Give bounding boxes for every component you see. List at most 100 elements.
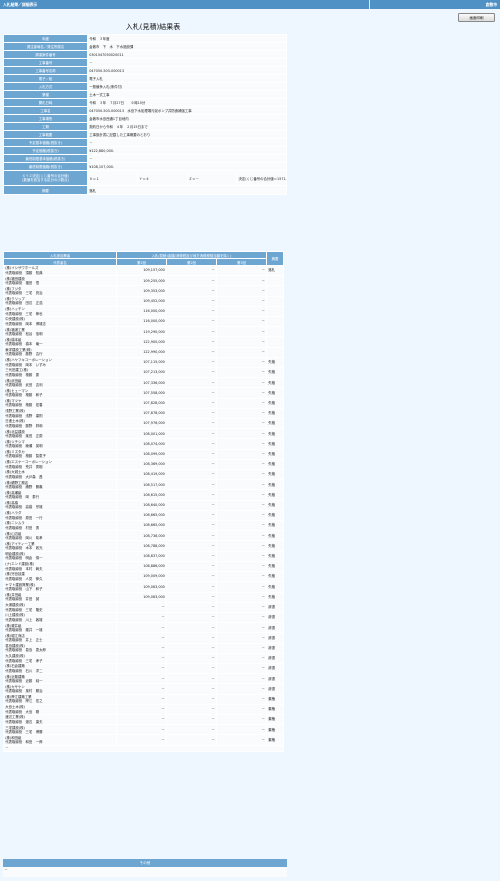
bid-round-3: －: [215, 571, 268, 583]
bidder-row: (株)績野工務店 代表取締役 績野 勝義 108,517,000 －－失格: [3, 479, 285, 491]
info-label: 工事概要: [3, 130, 88, 139]
print-button[interactable]: 画面印刷: [458, 13, 495, 22]
bid-round-2: －: [166, 407, 217, 420]
representative-name: 代表取締役 葛島 恵太郎: [5, 648, 46, 653]
bid-round-1: 122,900,000: [116, 336, 167, 348]
bid-remark: 棄権: [266, 734, 285, 746]
company-name: (株)石倉建築: [5, 664, 25, 669]
header-remarks: 摘要: [266, 251, 285, 266]
breadcrumb: 入札結果／詳細表示: [3, 2, 38, 7]
info-value: ¥122,880,000-: [87, 146, 287, 155]
bid-remark: 失格: [266, 591, 285, 603]
bid-remark: 辞退: [266, 622, 285, 634]
bidder-cell: (株)児島技建 代表取締役 人見 伸久: [3, 571, 117, 583]
bidder-row: (株)アイティー工業 代表取締役 木本 政光 108,788,000 －－失格: [3, 540, 285, 552]
representative-name: 代表取締役 木本 政光: [5, 546, 43, 551]
info-label: 業種: [3, 90, 88, 99]
bidder-row: (株)石倉建築 代表取締役 石川 洋二－－－辞退: [3, 662, 285, 675]
bid-round-2: －: [166, 479, 217, 491]
bid-round-2: －: [166, 652, 217, 664]
bid-round-3: －: [215, 387, 268, 399]
company-name: (株)児島技建: [5, 572, 25, 577]
bidder-cell: (株)フジタ 代表取締役 三宅 亮治: [3, 285, 117, 297]
company-name: 渡辺工業(株): [5, 715, 25, 720]
bid-remark: 失格: [266, 499, 285, 511]
bid-round-1: 109,452,000: [116, 295, 167, 307]
info-label: 工期: [3, 122, 88, 131]
representative-name: 代表取締役 高橋 宗雄: [5, 505, 43, 510]
info-label: 予定価格(税抜き): [3, 146, 88, 155]
bid-round-2: －: [166, 642, 217, 654]
bid-remark: 失格: [266, 418, 285, 430]
bidder-row: (株)カザケン 代表取締役 風村 勝治－－－辞退: [3, 683, 285, 695]
bid-round-2: －: [166, 713, 217, 726]
bidder-row: 三代田建工(株) 代表取締役 檜藤 慶 107,213,000 －－失格: [3, 367, 285, 379]
bid-round-1: －: [116, 734, 167, 746]
bid-round-2: －: [166, 295, 217, 307]
bid-round-3: －: [215, 673, 268, 685]
bid-round-2: －: [166, 316, 217, 328]
company-name: 浅野工業(株): [5, 409, 25, 414]
bid-round-1: 108,517,000: [116, 479, 167, 491]
bid-round-3: －: [215, 489, 268, 501]
bid-round-3: －: [215, 397, 268, 409]
company-name: (株)近藤建築: [5, 674, 25, 679]
info-label: 工事番号名称: [3, 66, 88, 75]
bid-round-3: －: [215, 662, 268, 675]
bid-round-2: －: [166, 489, 217, 501]
bid-round-2: －: [166, 673, 217, 685]
bid-round-1: 109,157,000: [116, 264, 167, 277]
bid-remark: 棄権: [266, 703, 285, 715]
bid-round-2: －: [166, 622, 217, 634]
info-row: 最低制限価格(税抜き) ¥108,107,000-: [3, 162, 287, 171]
company-name: 中央建設(株): [5, 317, 25, 322]
bid-round-2: －: [166, 326, 217, 338]
xyz-label: ＸＹＺ決定(くじ番号の合計値) (数値を該当する区分の小数点): [3, 170, 88, 186]
representative-name: 代表取締役 岡本 いずみ: [5, 362, 46, 367]
bid-round-3: －: [215, 407, 268, 420]
bid-remark: [266, 326, 285, 338]
bidder-row: (株)高橋 代表取締役 高橋 宗雄 108,640,000 －－失格: [3, 499, 285, 511]
bid-round-3: －: [215, 622, 268, 634]
info-row: 工事番号－: [3, 58, 287, 67]
bid-round-2: －: [166, 703, 217, 715]
bid-round-1: －: [116, 724, 167, 736]
representative-name: 代表取締役 瀧井 一雄: [5, 627, 43, 632]
bid-remark: 失格: [266, 448, 285, 460]
info-value: 047050-503-000013 水島下水処理場汚泥ポンプ井防食補強工事: [87, 106, 287, 115]
bid-remark: 失格: [266, 571, 285, 583]
bidder-row: (株)マツヤ 代表取締役 檜藤 宏春 107,828,000 －－失格: [3, 397, 285, 409]
bidder-cell: (株)ヒューマン 代表取締役 檜藤 和子: [3, 387, 117, 399]
representative-name: 代表取締役 井上 正士: [5, 638, 43, 643]
bid-round-1: 109,009,000: [116, 571, 167, 583]
representative-name: 代表取締役 田辺 正浩: [5, 301, 43, 306]
info-label: 工事場所: [3, 114, 88, 123]
info-value: 契約日から令和 ４年 ２月15日まで: [87, 122, 287, 131]
bid-round-2: －: [166, 356, 217, 369]
bidder-row: (株)摩江建築工業 代表取締役 摩江 宏之－－－棄権: [3, 693, 285, 705]
company-name: 大浦建設(株): [5, 603, 25, 608]
info-label: 入札方式: [3, 82, 88, 91]
bidder-row: (株)瀧井組 代表取締役 瀧井 一雄－－－辞退: [3, 622, 285, 634]
bid-remark: 棄権: [266, 693, 285, 705]
bid-round-2: －: [166, 346, 217, 358]
bidder-cell: (株)クリップ 代表取締役 田辺 正浩: [3, 295, 117, 307]
bid-remark: 落札: [266, 264, 285, 277]
info-row: 調達案件番号 0301047050020011: [3, 50, 287, 59]
bidder-row: 浅野工業(株) 代表取締役 浅野 康則 107,878,000 －－失格: [3, 407, 285, 420]
representative-name: 代表取締役 福田 悟: [5, 281, 40, 285]
info-label: 最低制限価格(税抜き): [3, 162, 88, 171]
bidder-row: (株)ハヤフキコーポレーション 代表取締役 岡本 いずみ 107,115,000 －－…: [3, 356, 285, 369]
header-representative: 代表者名: [3, 258, 117, 266]
bid-round-1: 108,788,000: [116, 540, 167, 552]
representative-name: 代表取締役 三宅 亮治: [5, 291, 43, 296]
bidder-row: 葛島建設(株) 代表取締役 葛島 恵太郎－－－辞退: [3, 642, 285, 654]
xyz-note: 決定(くじ番号の合計値＝15714: [236, 170, 287, 186]
bidder-cell: (株)福田建設 代表取締役 福田 悟: [3, 275, 117, 287]
representative-name: 代表取締役 大戸森 昌: [5, 474, 43, 479]
company-name: (株)ハヤフキコーポレーション: [5, 358, 52, 363]
info-row: 業種 土木一式工事: [3, 90, 287, 99]
bid-round-1: －: [116, 622, 167, 634]
bid-round-1: 108,640,000: [116, 499, 167, 511]
xyz-y: Ｙ＝４: [136, 170, 188, 186]
